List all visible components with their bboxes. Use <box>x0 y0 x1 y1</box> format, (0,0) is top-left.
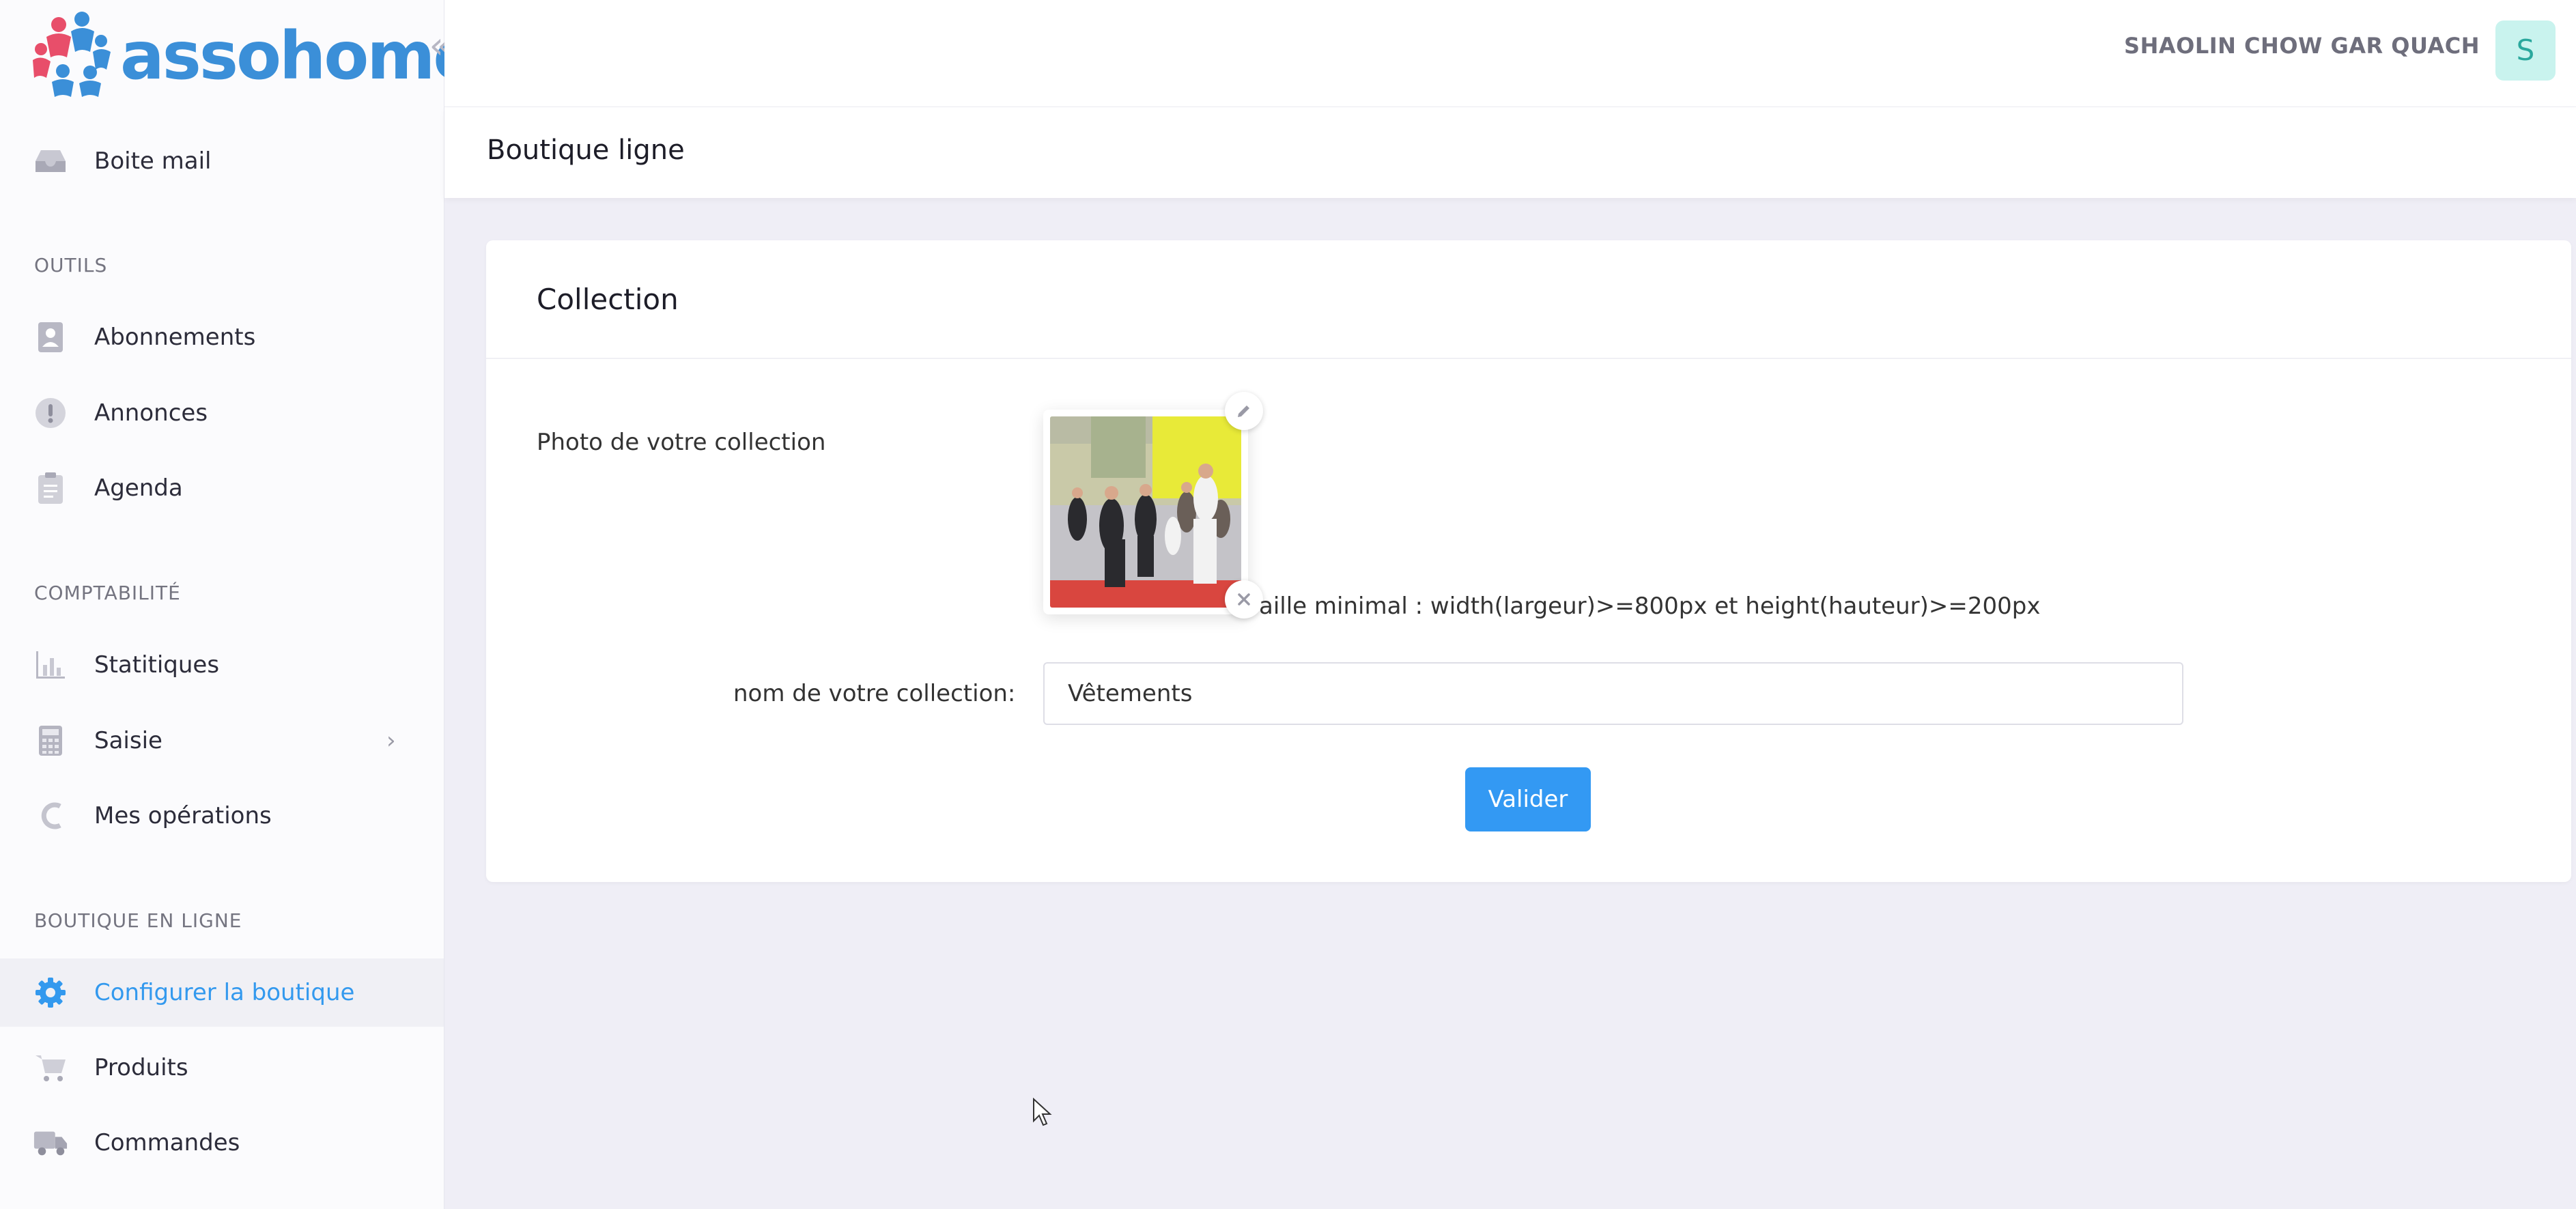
contact-book-icon <box>33 319 68 355</box>
sidebar-item-annonces[interactable]: Annonces <box>0 379 444 447</box>
sidebar-item-label: Mes opérations <box>94 802 272 829</box>
section-title-comptabilite: COMPTABILITÉ <box>34 582 181 604</box>
page-title: Boutique ligne <box>487 134 685 166</box>
sidebar-item-label: Agenda <box>94 474 183 502</box>
sidebar-item-produits[interactable]: Produits <box>0 1034 444 1102</box>
sidebar-item-mes-operations[interactable]: Mes opérations <box>0 782 444 850</box>
truck-icon <box>33 1125 68 1161</box>
sidebar-item-label: Statitiques <box>94 651 220 679</box>
collection-name-input[interactable] <box>1043 662 2183 725</box>
logo-people-icon <box>33 12 111 97</box>
remove-photo-button[interactable] <box>1225 580 1263 618</box>
brand-name: assohome <box>120 18 477 94</box>
sidebar-item-label: Abonnements <box>94 324 256 351</box>
sidebar-item-label: Annonces <box>94 399 208 427</box>
sidebar-item-statitiques[interactable]: Statitiques <box>0 631 444 699</box>
top-bar: SHAOLIN CHOW GAR QUACH S <box>444 0 2576 107</box>
card-title: Collection <box>537 283 679 316</box>
sidebar-item-configurer-la-boutique[interactable]: Configurer la boutique <box>0 958 444 1027</box>
sidebar-item-label: Boite mail <box>94 147 212 175</box>
gear-icon <box>33 975 68 1010</box>
sidebar-item-boite-mail[interactable]: Boite mail <box>0 127 444 195</box>
exclamation-icon <box>33 395 68 431</box>
pencil-icon <box>1238 406 1249 417</box>
page-header: Boutique ligne <box>444 107 2576 198</box>
close-icon <box>1238 593 1250 606</box>
sidebar-item-label: Configurer la boutique <box>94 979 355 1006</box>
chevron-right-icon: › <box>386 727 396 754</box>
cart-icon <box>33 1050 68 1085</box>
collection-photo <box>1050 416 1241 608</box>
assohome-logo[interactable]: assohome <box>33 10 477 105</box>
clipboard-icon <box>33 470 68 506</box>
bar-chart-icon <box>33 647 68 683</box>
calculator-icon <box>33 723 68 758</box>
section-title-outils: OUTILS <box>34 254 108 276</box>
user-name[interactable]: SHAOLIN CHOW GAR QUACH <box>2124 33 2480 59</box>
section-title-boutique-en-ligne: BOUTIQUE EN LIGNE <box>34 909 242 932</box>
avatar[interactable]: S <box>2495 20 2556 81</box>
sidebar: assohome « Boite mail OUTILS Abonnements… <box>0 0 477 1209</box>
euro-icon <box>33 798 68 834</box>
valider-button[interactable]: Valider <box>1465 767 1591 831</box>
size-requirement-note: aille minimal : width(largeur)>=800px et… <box>1259 593 2041 620</box>
photo-label: Photo de votre collection <box>537 429 826 456</box>
collection-card: Collection Photo de votre collection ail… <box>486 240 2571 882</box>
mouse-cursor-icon <box>1033 1098 1052 1126</box>
card-divider <box>486 358 2571 359</box>
sidebar-item-agenda[interactable]: Agenda <box>0 454 444 522</box>
inbox-icon <box>33 143 68 179</box>
sidebar-item-label: Saisie <box>94 727 162 754</box>
sidebar-item-commandes[interactable]: Commandes <box>0 1109 444 1177</box>
edit-photo-button[interactable] <box>1225 392 1263 430</box>
sidebar-item-saisie[interactable]: Saisie › <box>0 707 444 775</box>
collection-name-label: nom de votre collection: <box>733 680 1016 707</box>
photo-upload-frame[interactable] <box>1043 410 1248 614</box>
sidebar-item-label: Produits <box>94 1054 188 1081</box>
sidebar-item-abonnements[interactable]: Abonnements <box>0 303 444 371</box>
sidebar-item-label: Commandes <box>94 1129 240 1156</box>
